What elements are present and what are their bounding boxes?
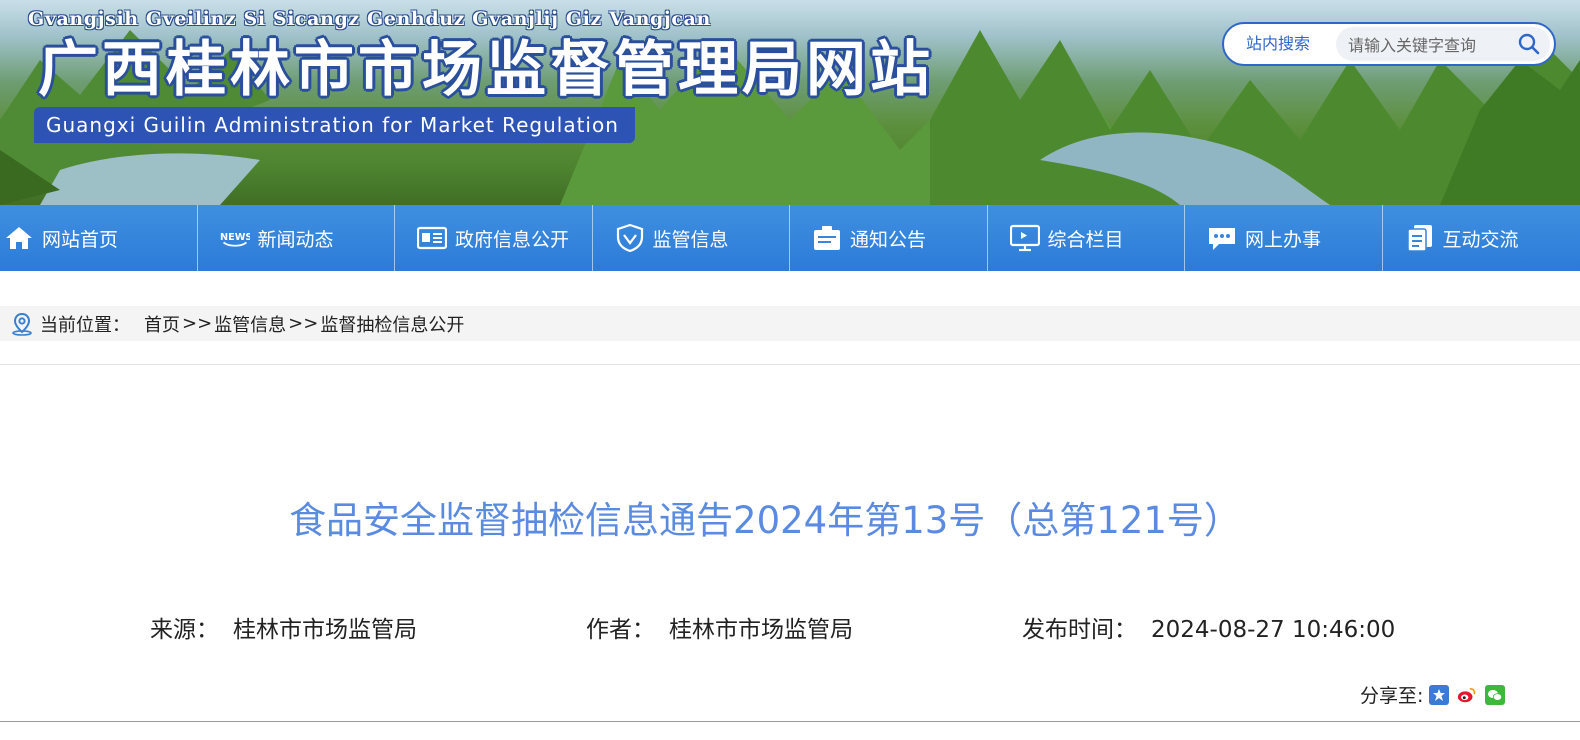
nav-item-news[interactable]: NEWS 新闻动态 — [198, 205, 395, 271]
nav-label: 网站首页 — [42, 228, 119, 251]
home-icon — [4, 223, 34, 253]
date-value: 2024-08-27 10:46:00 — [1151, 617, 1396, 643]
english-title: Guangxi Guilin Administration for Market… — [34, 107, 635, 143]
breadcrumb: 当前位置： 首页 >> 监管信息 >> 监督抽检信息公开 — [0, 306, 1580, 341]
share-bar: 分享至: — [1360, 681, 1506, 708]
divider — [0, 364, 1580, 365]
search-box: 站内搜索 — [1222, 22, 1556, 66]
location-pin-icon — [12, 312, 32, 336]
zhuang-language-title: Gvangjsih Gveilinz Si Sicangz Genhduz Gv… — [28, 8, 711, 30]
nav-item-home[interactable]: 网站首页 — [0, 205, 198, 271]
share-qzone-icon[interactable] — [1429, 684, 1450, 705]
author-value: 桂林市市场监管局 — [669, 617, 853, 643]
nav-label: 监管信息 — [652, 228, 729, 251]
search-input[interactable] — [1346, 27, 1500, 63]
chat-icon — [1207, 223, 1237, 253]
nav-label: 互动交流 — [1442, 228, 1519, 251]
article-title: 食品安全监督抽检信息通告2024年第13号（总第121号） — [289, 499, 1241, 542]
nav-label: 通知公告 — [850, 228, 927, 251]
nav-item-interaction[interactable]: 互动交流 — [1383, 205, 1580, 271]
source-label: 来源： — [150, 617, 219, 643]
main-nav: 网站首页 NEWS 新闻动态 政府信息公开 监管信息 通知公告 综合栏目 网上办… — [0, 205, 1580, 271]
breadcrumb-home[interactable]: 首页 — [144, 311, 180, 337]
copy-icon — [1405, 223, 1435, 253]
nav-item-notice[interactable]: 通知公告 — [790, 205, 988, 271]
nav-label: 新闻动态 — [257, 228, 334, 251]
breadcrumb-supervision[interactable]: 监管信息 — [214, 311, 286, 337]
header-banner: Gvangjsih Gveilinz Si Sicangz Genhduz Gv… — [0, 0, 1580, 205]
clipboard-icon — [812, 223, 842, 253]
nav-item-supervision[interactable]: 监管信息 — [593, 205, 790, 271]
nav-label: 政府信息公开 — [455, 228, 570, 251]
share-label: 分享至: — [1360, 685, 1424, 707]
source-value: 桂林市市场监管局 — [233, 617, 417, 643]
nav-item-integrated[interactable]: 综合栏目 — [988, 205, 1185, 271]
nav-item-online-service[interactable]: 网上办事 — [1185, 205, 1383, 271]
breadcrumb-current[interactable]: 监督抽检信息公开 — [320, 311, 464, 337]
monitor-icon — [1009, 223, 1040, 253]
article-date: 发布时间： 2024-08-27 10:46:00 — [1022, 610, 1395, 644]
breadcrumb-separator: >> — [288, 313, 319, 334]
document-icon — [417, 223, 447, 253]
article-author: 作者： 桂林市市场监管局 — [586, 610, 853, 644]
shield-icon — [615, 223, 645, 253]
author-label: 作者： — [586, 617, 655, 643]
site-title: 广西桂林市市场监督管理局网站 — [38, 35, 934, 105]
date-label: 发布时间： — [1022, 617, 1137, 643]
breadcrumb-separator: >> — [182, 313, 213, 334]
share-wechat-icon[interactable] — [1485, 684, 1506, 705]
news-icon: NEWS — [220, 223, 250, 253]
nav-label: 网上办事 — [1245, 228, 1322, 251]
article-source: 来源： 桂林市市场监管局 — [150, 610, 417, 644]
search-input-wrap — [1336, 27, 1550, 63]
share-weibo-icon[interactable] — [1457, 685, 1477, 705]
search-label: 站内搜索 — [1246, 34, 1311, 53]
search-icon[interactable] — [1518, 33, 1540, 55]
svg-text:NEWS: NEWS — [220, 232, 250, 243]
breadcrumb-label: 当前位置： — [40, 314, 130, 336]
divider — [0, 721, 1580, 722]
nav-label: 综合栏目 — [1047, 228, 1124, 251]
nav-item-gov-info[interactable]: 政府信息公开 — [395, 205, 593, 271]
